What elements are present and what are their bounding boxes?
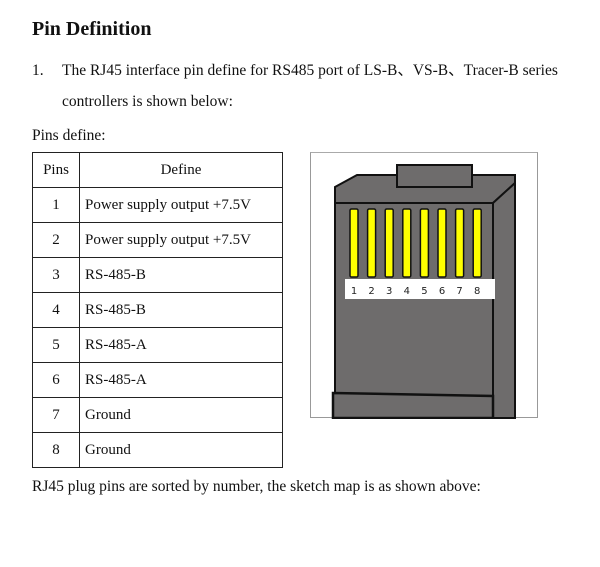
pin-define: Ground (79, 432, 283, 468)
pin-define: RS-485-B (79, 292, 283, 328)
pin-define: RS-485-A (79, 327, 283, 363)
pin-label-8: 8 (474, 286, 480, 297)
footer-note: RJ45 plug pins are sorted by number, the… (32, 478, 481, 495)
pin-number: 3 (32, 257, 80, 293)
pins-define-label: Pins define: (32, 127, 106, 144)
pin-label-6: 6 (439, 286, 445, 297)
pin-definition-table: Pins Define 1 Power supply output +7.5V 2… (32, 152, 283, 468)
list-number: 1. (32, 62, 44, 79)
table-header-row: Pins Define (32, 152, 283, 188)
table-row: 1 Power supply output +7.5V (32, 187, 283, 223)
header-pins: Pins (32, 152, 80, 188)
table-row: 7 Ground (32, 397, 283, 433)
table-row: 3 RS-485-B (32, 257, 283, 293)
intro-line-2: controllers is shown below: (62, 93, 233, 110)
contact-pin-7 (454, 208, 465, 278)
pin-number: 1 (32, 187, 80, 223)
pin-label-2: 2 (368, 286, 374, 297)
table-row: 4 RS-485-B (32, 292, 283, 328)
contact-pin-1 (349, 208, 359, 278)
rj45-plug-icon: 12 3 45 67 8 (331, 164, 516, 419)
contact-pin-3 (384, 208, 394, 278)
table-row: 8 Ground (32, 432, 283, 468)
plug-side-face (492, 180, 516, 419)
pin-number: 4 (32, 292, 80, 328)
pin-define: Power supply output +7.5V (79, 187, 283, 223)
contact-pin-2 (366, 208, 377, 278)
pin-label-1: 1 (351, 286, 357, 297)
pin-label-3: 3 (386, 286, 392, 297)
pin-number: 5 (32, 327, 80, 363)
contact-pin-6 (437, 208, 447, 278)
pin-number: 7 (32, 397, 80, 433)
intro-line-1: The RJ45 interface pin define for RS485 … (62, 62, 558, 79)
pin-define: Power supply output +7.5V (79, 222, 283, 258)
contact-pin-5 (419, 208, 430, 278)
header-define: Define (79, 152, 283, 188)
pin-number: 2 (32, 222, 80, 258)
pin-label-4: 4 (404, 286, 410, 297)
page-title: Pin Definition (32, 18, 152, 40)
intro-paragraph: 1. The RJ45 interface pin define for RS48… (32, 58, 558, 80)
plug-latch (396, 164, 473, 188)
pin-define: Ground (79, 397, 283, 433)
pin-define: RS-485-A (79, 362, 283, 398)
pin-number: 8 (32, 432, 80, 468)
pin-label-7: 7 (456, 286, 462, 297)
pin-define: RS-485-B (79, 257, 283, 293)
table-row: 6 RS-485-A (32, 362, 283, 398)
plug-bottom-step (331, 391, 495, 419)
table-row: 2 Power supply output +7.5V (32, 222, 283, 258)
contact-pin-4 (402, 208, 412, 278)
rj45-plug-figure: 12 3 45 67 8 (310, 152, 538, 419)
pin-label-5: 5 (421, 286, 427, 297)
table-row: 5 RS-485-A (32, 327, 283, 363)
contact-pin-8 (472, 208, 482, 278)
pin-number: 6 (32, 362, 80, 398)
